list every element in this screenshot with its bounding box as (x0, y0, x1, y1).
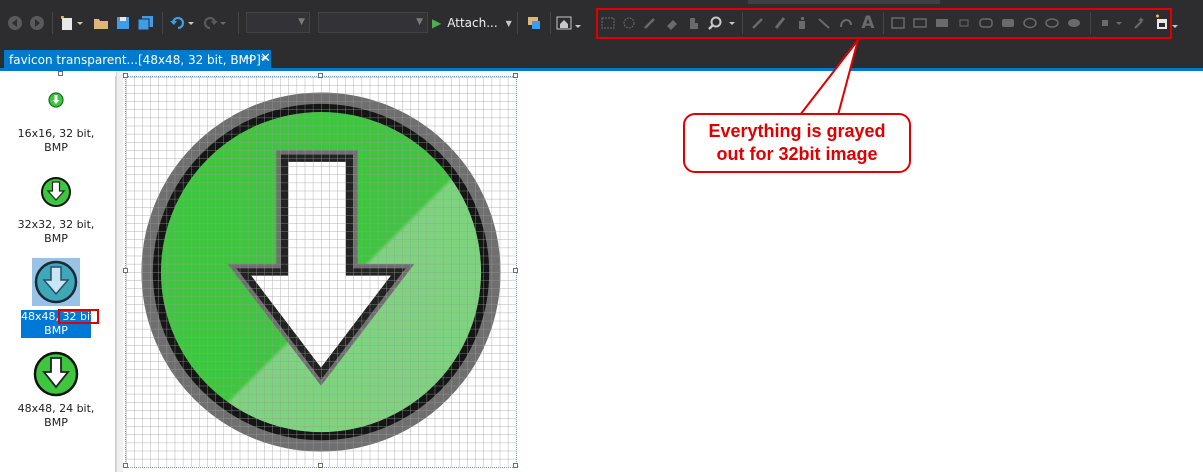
callout-line-2: out for 32bit image (716, 144, 878, 164)
annotation-callout: Everything is grayed out for 32bit image (683, 113, 911, 173)
callout-pointer (799, 39, 859, 116)
callout-line-1: Everything is grayed (708, 121, 886, 141)
